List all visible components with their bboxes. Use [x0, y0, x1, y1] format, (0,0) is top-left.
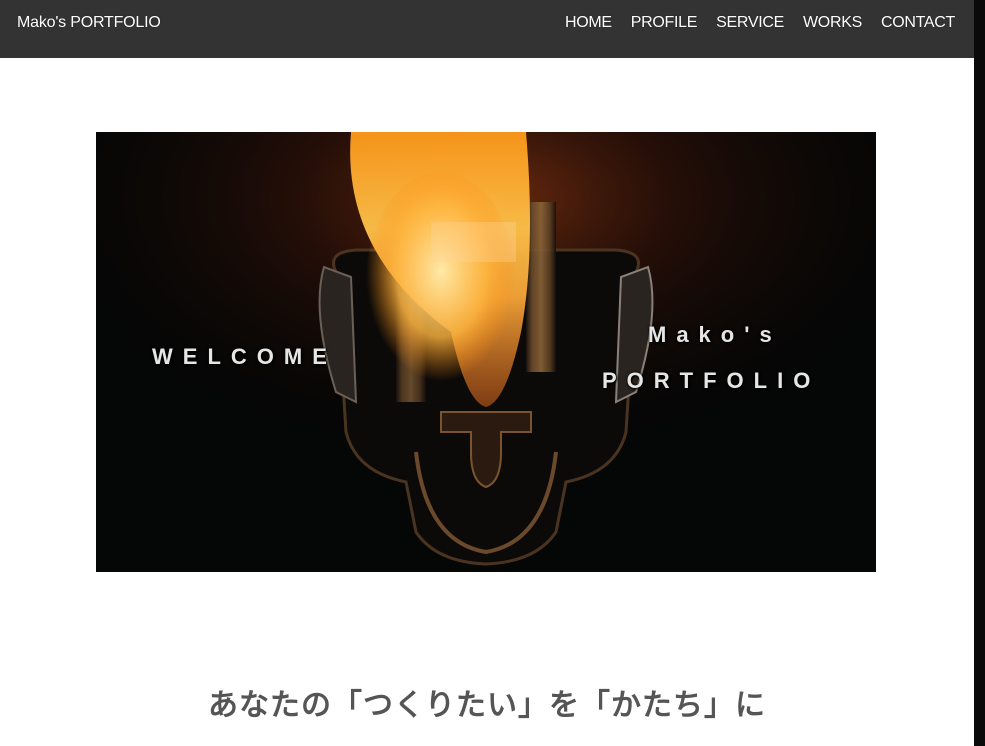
nav-home[interactable]: HOME: [565, 14, 612, 32]
tagline-heading: あなたの「つくりたい」を「かたち」に: [208, 687, 766, 723]
page: Mako's PORTFOLIO HOME PROFILE SERVICE WO…: [0, 0, 974, 746]
nav-service[interactable]: SERVICE: [716, 14, 784, 32]
right-edge-strip: [974, 0, 985, 746]
nav-works[interactable]: WORKS: [803, 14, 862, 32]
top-navbar: Mako's PORTFOLIO HOME PROFILE SERVICE WO…: [0, 0, 974, 58]
hero-welcome-text: WELCOME: [152, 344, 337, 369]
nav-contact[interactable]: CONTACT: [881, 14, 955, 32]
nav-profile[interactable]: PROFILE: [631, 14, 698, 32]
hero-name-text: Mako's: [648, 322, 782, 347]
main-nav: HOME PROFILE SERVICE WORKS CONTACT: [565, 14, 955, 32]
hero-portfolio-text: PORTFOLIO: [602, 368, 821, 393]
brand-link[interactable]: Mako's PORTFOLIO: [17, 14, 161, 32]
hero-banner: WELCOME Mako's PORTFOLIO: [96, 132, 876, 572]
